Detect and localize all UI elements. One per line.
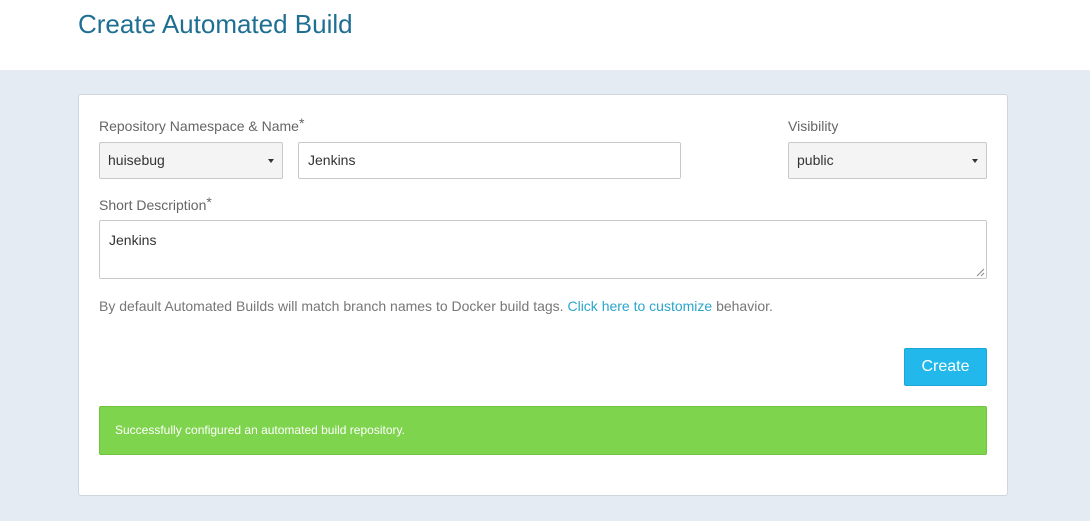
success-alert: Successfully configured an automated bui… (99, 406, 987, 455)
help-text-before: By default Automated Builds will match b… (99, 298, 564, 314)
create-button[interactable]: Create (904, 348, 987, 386)
short-description-label-text: Short Description (99, 197, 207, 213)
namespace-select[interactable]: huisebug (99, 142, 283, 179)
short-description-value: Jenkins (109, 232, 157, 248)
page-title: Create Automated Build (78, 9, 353, 39)
help-text-after: behavior. (716, 298, 773, 314)
repo-name-input[interactable]: Jenkins (298, 142, 681, 179)
caret-down-icon (972, 159, 978, 163)
short-description-textarea[interactable]: Jenkins (99, 220, 987, 279)
short-description-label: Short Description* (99, 194, 212, 214)
resize-handle-icon[interactable] (976, 268, 985, 277)
namespace-value: huisebug (108, 152, 165, 168)
required-mark: * (206, 194, 212, 210)
visibility-value: public (797, 152, 834, 168)
caret-down-icon (268, 159, 274, 163)
help-text: By default Automated Builds will match b… (99, 297, 773, 315)
customize-link[interactable]: Click here to customize (567, 298, 712, 314)
visibility-label: Visibility (788, 118, 839, 134)
page-header: Create Automated Build (0, 0, 1090, 70)
required-mark: * (298, 115, 305, 131)
visibility-select[interactable]: public (788, 142, 987, 179)
repo-label-text: Repository Namespace & Name (99, 118, 299, 134)
create-build-form: Repository Namespace & Name* huisebug Je… (78, 94, 1008, 496)
repo-namespace-name-label: Repository Namespace & Name* (99, 115, 305, 135)
